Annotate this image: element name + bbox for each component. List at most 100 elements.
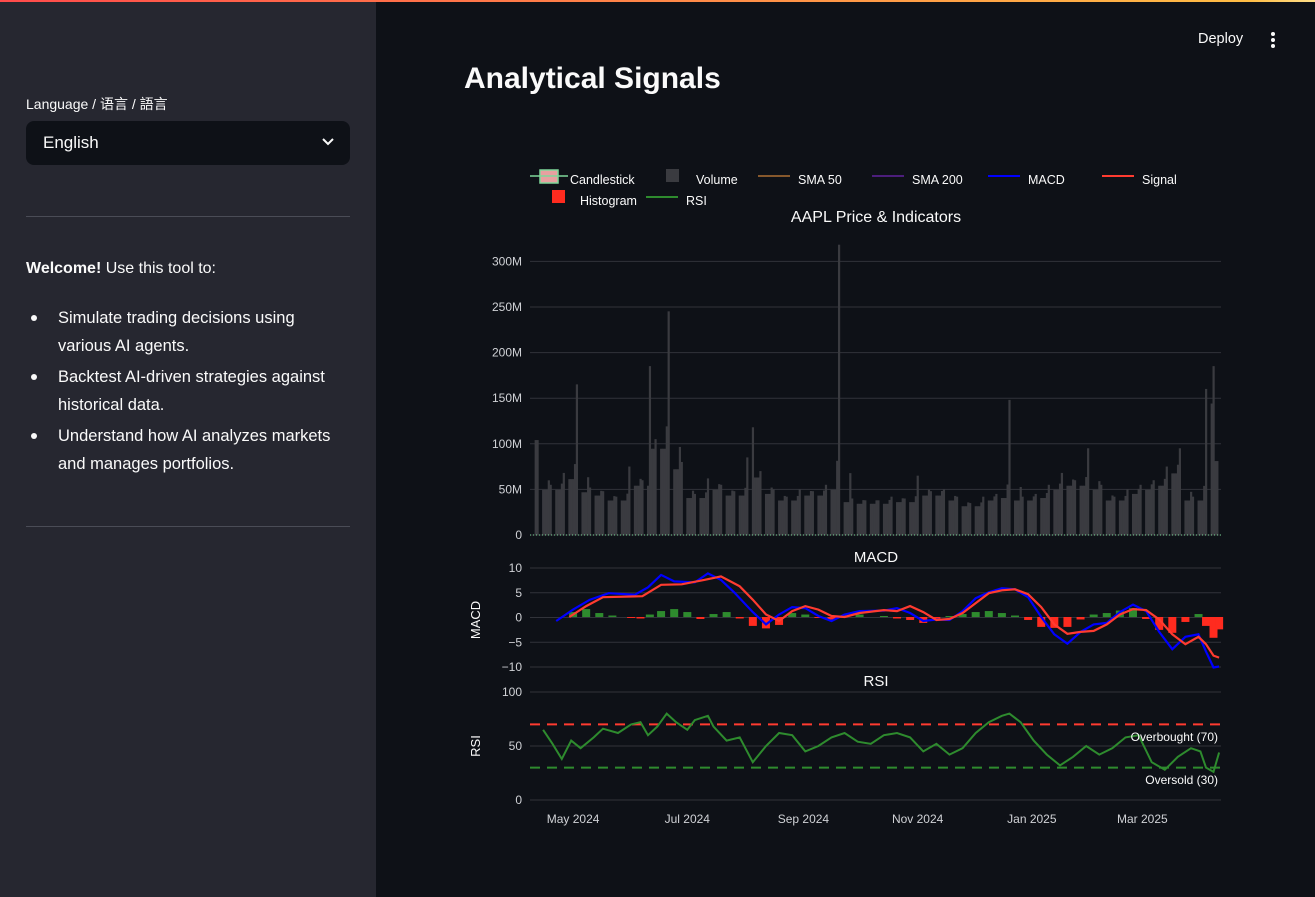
volume-bar <box>778 500 781 535</box>
volume-bar <box>1021 496 1024 535</box>
volume-bar <box>611 500 614 535</box>
macd-histogram-bar <box>1202 617 1211 626</box>
deploy-button[interactable]: Deploy <box>1188 29 1253 49</box>
volume-bar <box>824 484 828 535</box>
macd-histogram-bar <box>709 614 718 617</box>
volume-bar <box>939 495 942 535</box>
volume-bar <box>637 485 640 535</box>
volume-bar <box>568 479 571 535</box>
volume-bar <box>543 489 547 535</box>
legend-label: MACD <box>1028 173 1065 187</box>
volume-bar <box>609 500 612 535</box>
rsi-line <box>542 712 1221 774</box>
volume-bar <box>875 500 878 535</box>
legend-label: SMA 50 <box>798 173 842 187</box>
volume-bar <box>1152 480 1155 535</box>
volume-bar <box>1199 500 1202 535</box>
volume-tick-label: 250M <box>492 300 522 314</box>
more-options-icon[interactable] <box>1262 30 1282 50</box>
volume-bar <box>1034 493 1037 535</box>
macd-histogram-bar <box>657 611 666 617</box>
volume-bar <box>1161 485 1165 535</box>
volume-bar <box>620 500 623 535</box>
volume-bar <box>1096 489 1099 535</box>
volume-bar <box>573 464 577 535</box>
volume-bar <box>1163 478 1167 535</box>
volume-bar <box>701 498 704 535</box>
rsi-tick-label: 50 <box>509 739 523 753</box>
volume-bar <box>1105 500 1108 535</box>
macd-histogram-bar <box>971 612 980 617</box>
legend-label: SMA 200 <box>912 173 963 187</box>
macd-histogram-bar <box>670 609 679 617</box>
volume-bar <box>641 480 644 535</box>
volume-bar <box>1027 500 1030 535</box>
volume-bar <box>830 489 833 535</box>
indicator-chart[interactable]: Candlestick Volume SMA 50 SMA 200 MACD Signal… <box>460 160 1230 840</box>
x-tick-label: Mar 2025 <box>1117 812 1168 826</box>
volume-bar <box>759 471 762 535</box>
volume-bar <box>884 503 887 535</box>
volume-bar <box>793 500 796 535</box>
volume-tick-label: 50M <box>499 482 522 496</box>
volume-bar <box>1073 480 1077 535</box>
language-select[interactable]: English <box>26 121 350 165</box>
volume-tick-label: 300M <box>492 254 522 268</box>
volume-bar <box>1060 472 1064 535</box>
volume-bar <box>624 500 627 535</box>
rsi-tick-label: 0 <box>515 793 522 807</box>
volume-bar <box>1058 483 1062 535</box>
macd-histogram-bar <box>735 617 744 619</box>
legend-volume-icon <box>666 169 679 182</box>
volume-bar <box>976 506 979 535</box>
volume-bar <box>1150 484 1153 535</box>
volume-bar <box>703 498 706 535</box>
volume-bar <box>937 495 940 535</box>
volume-bar <box>660 448 663 535</box>
volume-bar <box>744 487 747 535</box>
x-tick-label: Jul 2024 <box>665 812 711 826</box>
welcome-rest: Use this tool to: <box>101 260 216 277</box>
volume-bar <box>845 502 848 535</box>
volume-bar <box>1160 485 1163 535</box>
volume-bar <box>742 495 745 535</box>
macd-histogram-bar <box>997 613 1006 617</box>
volume-bar <box>663 448 667 535</box>
legend-label: Candlestick <box>570 173 635 187</box>
volume-bar <box>628 466 631 535</box>
x-tick-label: May 2024 <box>547 812 600 826</box>
volume-bar <box>596 495 599 535</box>
legend-histogram-icon <box>552 190 565 203</box>
volume-bar <box>1118 500 1122 535</box>
volume-bar <box>785 496 788 535</box>
volume-bar <box>626 493 629 535</box>
volume-bar <box>690 498 693 535</box>
volume-bar <box>1017 500 1020 535</box>
volume-bar <box>768 493 771 535</box>
volume-bar <box>1000 498 1004 535</box>
volume-bar <box>588 487 592 535</box>
volume-bar <box>924 495 927 535</box>
volume-bar <box>1184 500 1187 535</box>
volume-bar <box>570 479 573 535</box>
macd-histogram-bar <box>879 616 888 617</box>
volume-bar <box>843 502 846 535</box>
volume-bar <box>914 496 917 535</box>
volume-bar <box>1042 498 1045 535</box>
volume-tick-label: 200M <box>492 346 522 360</box>
legend-label: Signal <box>1142 173 1177 187</box>
volume-bar <box>809 490 813 535</box>
macd-histogram-bar <box>906 617 915 620</box>
volume-bar <box>897 502 901 535</box>
volume-bar <box>1122 500 1125 535</box>
volume-bar <box>903 498 906 535</box>
volume-bar <box>1216 461 1219 535</box>
volume-bar <box>772 489 775 535</box>
volume-bar <box>1008 399 1011 535</box>
volume-bar <box>804 495 807 535</box>
volume-bar <box>766 493 770 535</box>
volume-bar <box>952 500 955 535</box>
volume-bar <box>909 502 912 535</box>
volume-bar <box>1171 473 1174 535</box>
macd-tick-label: 0 <box>515 611 522 625</box>
